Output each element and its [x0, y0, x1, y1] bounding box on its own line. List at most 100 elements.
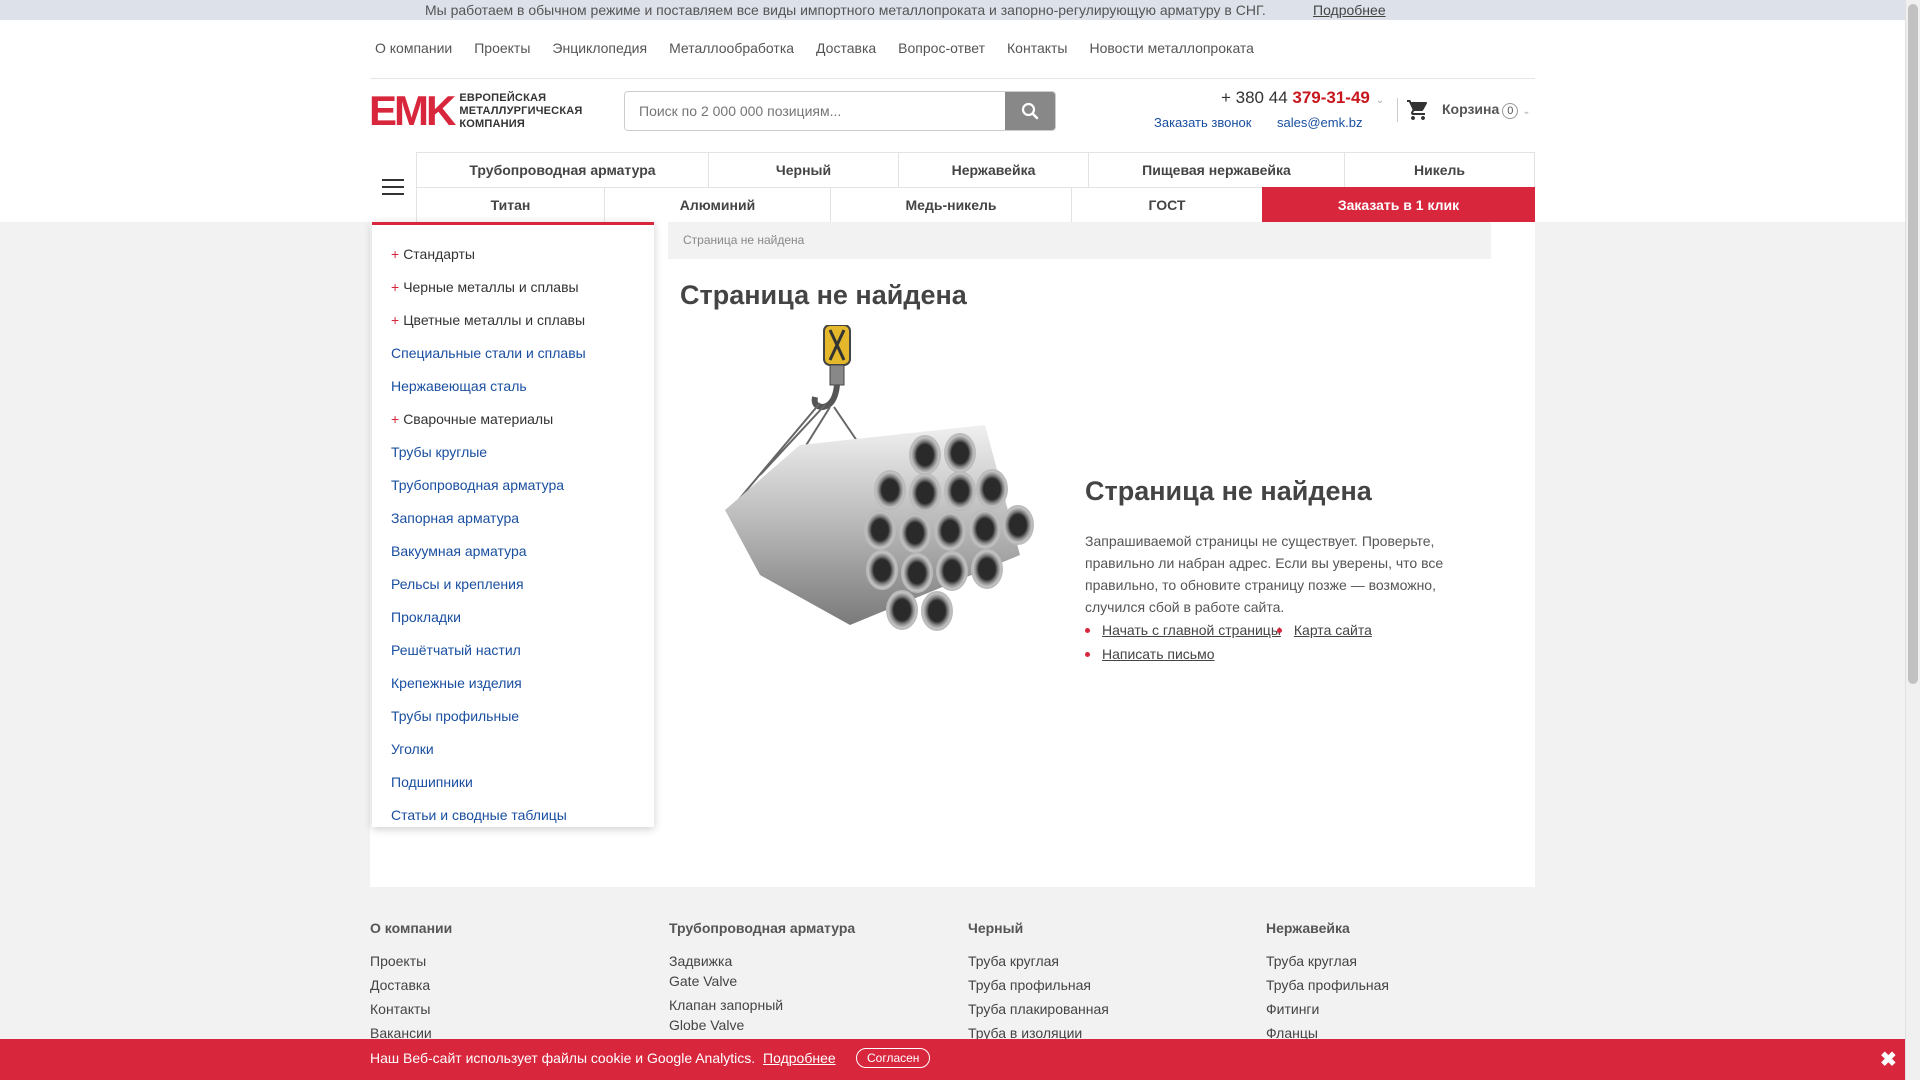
side-item-standards[interactable]: + Стандарты — [372, 237, 654, 270]
footer-link[interactable]: Труба профильная — [968, 975, 1109, 999]
footer-link[interactable]: Доставка — [370, 975, 452, 999]
order-one-click-button[interactable]: Заказать в 1 клик — [1262, 187, 1535, 223]
footer-col-company: О компании Проекты Доставка Контакты Вак… — [370, 920, 452, 1047]
side-item-nonferrous[interactable]: + Цветные металлы и сплавы — [372, 303, 654, 336]
write-letter-link[interactable]: Написать письмо — [1102, 646, 1214, 662]
cat-food-stainless[interactable]: Пищевая нержавейка — [1088, 152, 1345, 188]
side-item-ferrous[interactable]: + Черные металлы и сплавы — [372, 270, 654, 303]
side-item-gaskets[interactable]: Прокладки — [372, 600, 654, 633]
footer-col-title[interactable]: Трубопроводная арматура — [669, 920, 855, 936]
search-icon — [1021, 102, 1039, 120]
footer-col-stainless: Нержавейка Труба круглая Труба профильна… — [1266, 920, 1389, 1047]
cookie-agree-button[interactable]: Согласен — [856, 1048, 931, 1068]
nav-metalworking[interactable]: Металлообработка — [669, 40, 794, 56]
cat-pipeline-fittings[interactable]: Трубопроводная арматура — [416, 152, 709, 188]
side-item-welding[interactable]: + Сварочные материалы — [372, 402, 654, 435]
chevron-down-icon: ⌄ — [1522, 106, 1531, 117]
error-text: Запрашиваемой страницы не существует. Пр… — [1085, 533, 1444, 615]
nav-projects[interactable]: Проекты — [474, 40, 530, 56]
cat-aluminium[interactable]: Алюминий — [604, 187, 831, 223]
footer-link[interactable]: Труба плакированная — [968, 999, 1109, 1023]
bullet-icon — [1085, 651, 1090, 657]
footer-col-title[interactable]: О компании — [370, 920, 452, 936]
email-link[interactable]: sales@emk.bz — [1277, 115, 1362, 130]
plus-icon: + — [391, 245, 400, 262]
cookie-text: Наш Веб-сайт использует файлы cookie и G… — [370, 1050, 836, 1066]
page-title: Страница не найдена — [680, 280, 967, 310]
pipes-illustration — [725, 325, 1034, 631]
plus-icon: + — [391, 311, 400, 328]
chevron-down-icon: ⌄ — [1375, 95, 1385, 106]
divider — [370, 78, 1535, 79]
sitemap-link[interactable]: Карта сайта — [1294, 622, 1372, 638]
side-item-articles[interactable]: Статьи и сводные таблицы — [372, 798, 654, 831]
cart-count: 0 — [1502, 103, 1519, 119]
plus-icon: + — [391, 278, 400, 295]
footer-col-black: Черный Труба круглая Труба профильная Тр… — [968, 920, 1109, 1047]
nav-encyclopedia[interactable]: Энциклопедия — [552, 40, 647, 56]
side-item-pipeline-fittings[interactable]: Трубопроводная арматура — [372, 468, 654, 501]
side-item-vacuum-valves[interactable]: Вакуумная арматура — [372, 534, 654, 567]
footer-col-title[interactable]: Черный — [968, 920, 1109, 936]
footer-link[interactable]: Труба круглая — [1266, 951, 1389, 975]
page-scrollbar[interactable] — [1905, 0, 1920, 1080]
nav-about[interactable]: О компании — [375, 40, 452, 56]
side-item-shutoff-valves[interactable]: Запорная арматура — [372, 501, 654, 534]
footer-link[interactable]: Труба круглая — [968, 951, 1109, 975]
cookie-banner: Наш Веб-сайт использует файлы cookie и G… — [0, 1039, 1905, 1080]
hamburger-icon — [381, 179, 404, 195]
callback-link[interactable]: Заказать звонок — [1154, 115, 1251, 130]
category-navigation: Трубопроводная арматура Черный Нержавейк… — [416, 152, 1535, 223]
footer-link[interactable]: Проекты — [370, 951, 452, 975]
footer-link-subtitle[interactable]: Gate Valve — [669, 971, 855, 991]
nav-faq[interactable]: Вопрос-ответ — [898, 40, 985, 56]
side-item-angles[interactable]: Уголки — [372, 732, 654, 765]
footer-link[interactable]: Труба профильная — [1266, 975, 1389, 999]
side-item-bearings[interactable]: Подшипники — [372, 765, 654, 798]
cart-label: Корзина — [1442, 101, 1500, 117]
error-title: Страница не найдена — [1085, 476, 1372, 506]
home-page-link[interactable]: Начать с главной страницы — [1102, 622, 1281, 638]
side-item-grating[interactable]: Решётчатый настил — [372, 633, 654, 666]
footer-col-title[interactable]: Нержавейка — [1266, 920, 1389, 936]
nav-delivery[interactable]: Доставка — [816, 40, 876, 56]
cart-icon[interactable] — [1406, 98, 1430, 122]
bullet-icon — [1085, 627, 1090, 633]
footer-link[interactable]: Фитинги — [1266, 999, 1389, 1023]
footer-link[interactable]: Клапан запорный — [669, 995, 855, 1015]
side-item-fasteners[interactable]: Крепежные изделия — [372, 666, 654, 699]
footer-col-pipeline: Трубопроводная арматура Задвижка Gate Va… — [669, 920, 855, 1035]
cookie-more-link[interactable]: Подробнее — [763, 1050, 836, 1066]
notice-bar: Мы работаем в обычном режиме и поставляе… — [0, 0, 1905, 20]
close-icon[interactable]: ✖ — [1880, 1047, 1897, 1072]
search-box — [624, 91, 1056, 131]
nav-contacts[interactable]: Контакты — [1007, 40, 1067, 56]
notice-more-link[interactable]: Подробнее — [1313, 2, 1386, 18]
bullet-icon — [1276, 627, 1282, 633]
side-item-stainless[interactable]: Нержавеющая сталь — [372, 369, 654, 402]
footer-link[interactable]: Контакты — [370, 999, 452, 1023]
plus-icon: + — [391, 410, 400, 427]
cat-black[interactable]: Черный — [708, 152, 899, 188]
cat-gost[interactable]: ГОСТ — [1071, 187, 1263, 223]
error-links: Начать с главной страницы Карта сайта На… — [1085, 618, 1372, 666]
cat-nickel[interactable]: Никель — [1344, 152, 1535, 188]
scrollbar-thumb[interactable] — [1908, 4, 1918, 684]
phone-number[interactable]: + 380 44 379-31-49 ⌄ — [1221, 88, 1384, 108]
side-item-rails[interactable]: Рельсы и крепления — [372, 567, 654, 600]
side-item-profile-pipes[interactable]: Трубы профильные — [372, 699, 654, 732]
cat-stainless[interactable]: Нержавейка — [898, 152, 1089, 188]
logo[interactable]: EMK ЕВРОПЕЙСКАЯ МЕТАЛЛУРГИЧЕСКАЯ КОМПАНИ… — [369, 90, 605, 132]
side-item-special-steels[interactable]: Специальные стали и сплавы — [372, 336, 654, 369]
cart-button[interactable]: Корзина 0 ⌄ — [1442, 101, 1531, 119]
search-button[interactable] — [1005, 92, 1055, 130]
footer-link-subtitle[interactable]: Globe Valve — [669, 1015, 855, 1035]
cat-titanium[interactable]: Титан — [416, 187, 605, 223]
notice-message: Мы работаем в обычном режиме и поставляе… — [425, 2, 1266, 18]
search-input[interactable] — [625, 92, 1005, 130]
footer-link[interactable]: Задвижка — [669, 951, 855, 971]
menu-toggle-button[interactable] — [370, 152, 415, 222]
side-item-round-pipes[interactable]: Трубы круглые — [372, 435, 654, 468]
nav-news[interactable]: Новости металлопроката — [1090, 40, 1254, 56]
cat-copper-nickel[interactable]: Медь-никель — [830, 187, 1072, 223]
